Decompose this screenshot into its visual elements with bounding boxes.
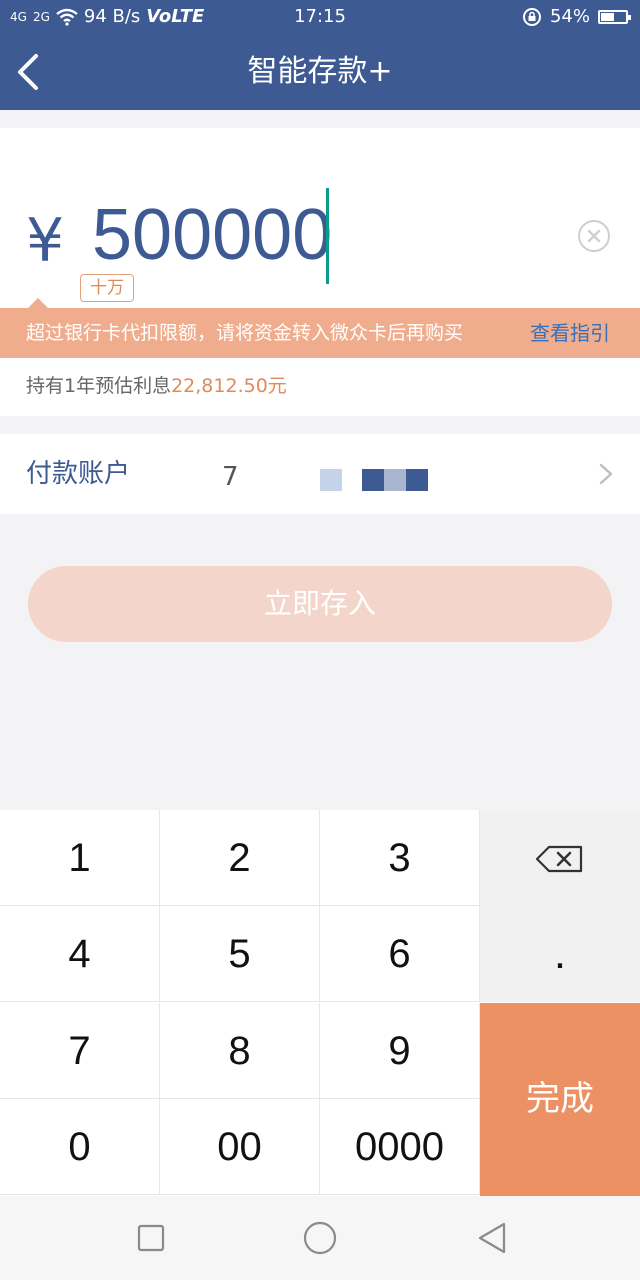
redaction-block [406,469,428,491]
redaction-block [320,469,342,491]
close-icon [587,229,601,243]
status-bar: 4G 2G 94 B/s VoLTE 17:15 54% [0,0,640,34]
key-1[interactable]: 1 [0,810,160,906]
backspace-key[interactable] [480,810,640,906]
triangle-back-icon [478,1222,506,1254]
circle-icon [303,1221,337,1255]
limit-warning-banner: 超过银行卡代扣限额，请将资金转入微众卡后再购买 查看指引 [0,308,640,358]
key-0000[interactable]: 0000 [320,1099,480,1195]
chevron-right-icon [599,463,613,485]
payment-account-label: 付款账户 [26,459,131,489]
battery-icon [598,10,631,24]
backspace-icon [535,845,583,873]
amount-input[interactable]: 500000 [92,194,332,276]
deposit-now-button[interactable]: 立即存入 [28,566,612,642]
text-cursor [326,188,329,284]
app-header: 智能存款+ [0,34,640,110]
home-button[interactable] [298,1216,342,1260]
key-5[interactable]: 5 [160,906,320,1002]
amount-unit-hint: 十万 [80,274,134,302]
rotation-lock-icon [522,8,541,26]
square-icon [137,1224,165,1252]
done-button[interactable]: 完成 [480,1003,640,1196]
interest-estimate: 持有1年预估利息22,812.50元 [0,358,640,416]
key-8[interactable]: 8 [160,1003,320,1099]
battery-percent: 54% [549,6,590,27]
clear-button[interactable] [578,220,610,252]
decimal-point-key[interactable]: . [480,906,640,1002]
currency-symbol: ¥ [26,206,65,276]
key-0[interactable]: 0 [0,1099,160,1195]
warning-text: 超过银行卡代扣限额，请将资金转入微众卡后再购买 [26,322,464,344]
view-guide-link[interactable]: 查看指引 [530,308,610,358]
system-back-button[interactable] [470,1216,514,1260]
key-7[interactable]: 7 [0,1003,160,1099]
redaction-block [362,469,384,491]
system-navigation-bar [0,1196,640,1280]
key-6[interactable]: 6 [320,906,480,1002]
interest-label: 持有1年预估利息22,812.50元 [26,358,287,414]
battery-fill [601,13,614,21]
status-right: 54% [522,0,631,34]
key-3[interactable]: 3 [320,810,480,906]
masked-account-number: 7 [222,462,239,492]
amount-input-card[interactable]: ¥ 500000 十万 [0,128,640,308]
numeric-keypad: 1 2 3 4 5 6 . 7 8 9 完成 0 00 0000 [0,810,640,1196]
page-title: 智能存款+ [247,54,393,89]
redaction-block [384,469,406,491]
banner-pointer [28,298,48,308]
key-4[interactable]: 4 [0,906,160,1002]
key-2[interactable]: 2 [160,810,320,906]
interest-label-text: 持有1年预估利息 [26,375,172,397]
key-9[interactable]: 9 [320,1003,480,1099]
recent-apps-button[interactable] [128,1216,172,1260]
key-00[interactable]: 00 [160,1099,320,1195]
interest-value: 22,812.50元 [171,375,287,397]
